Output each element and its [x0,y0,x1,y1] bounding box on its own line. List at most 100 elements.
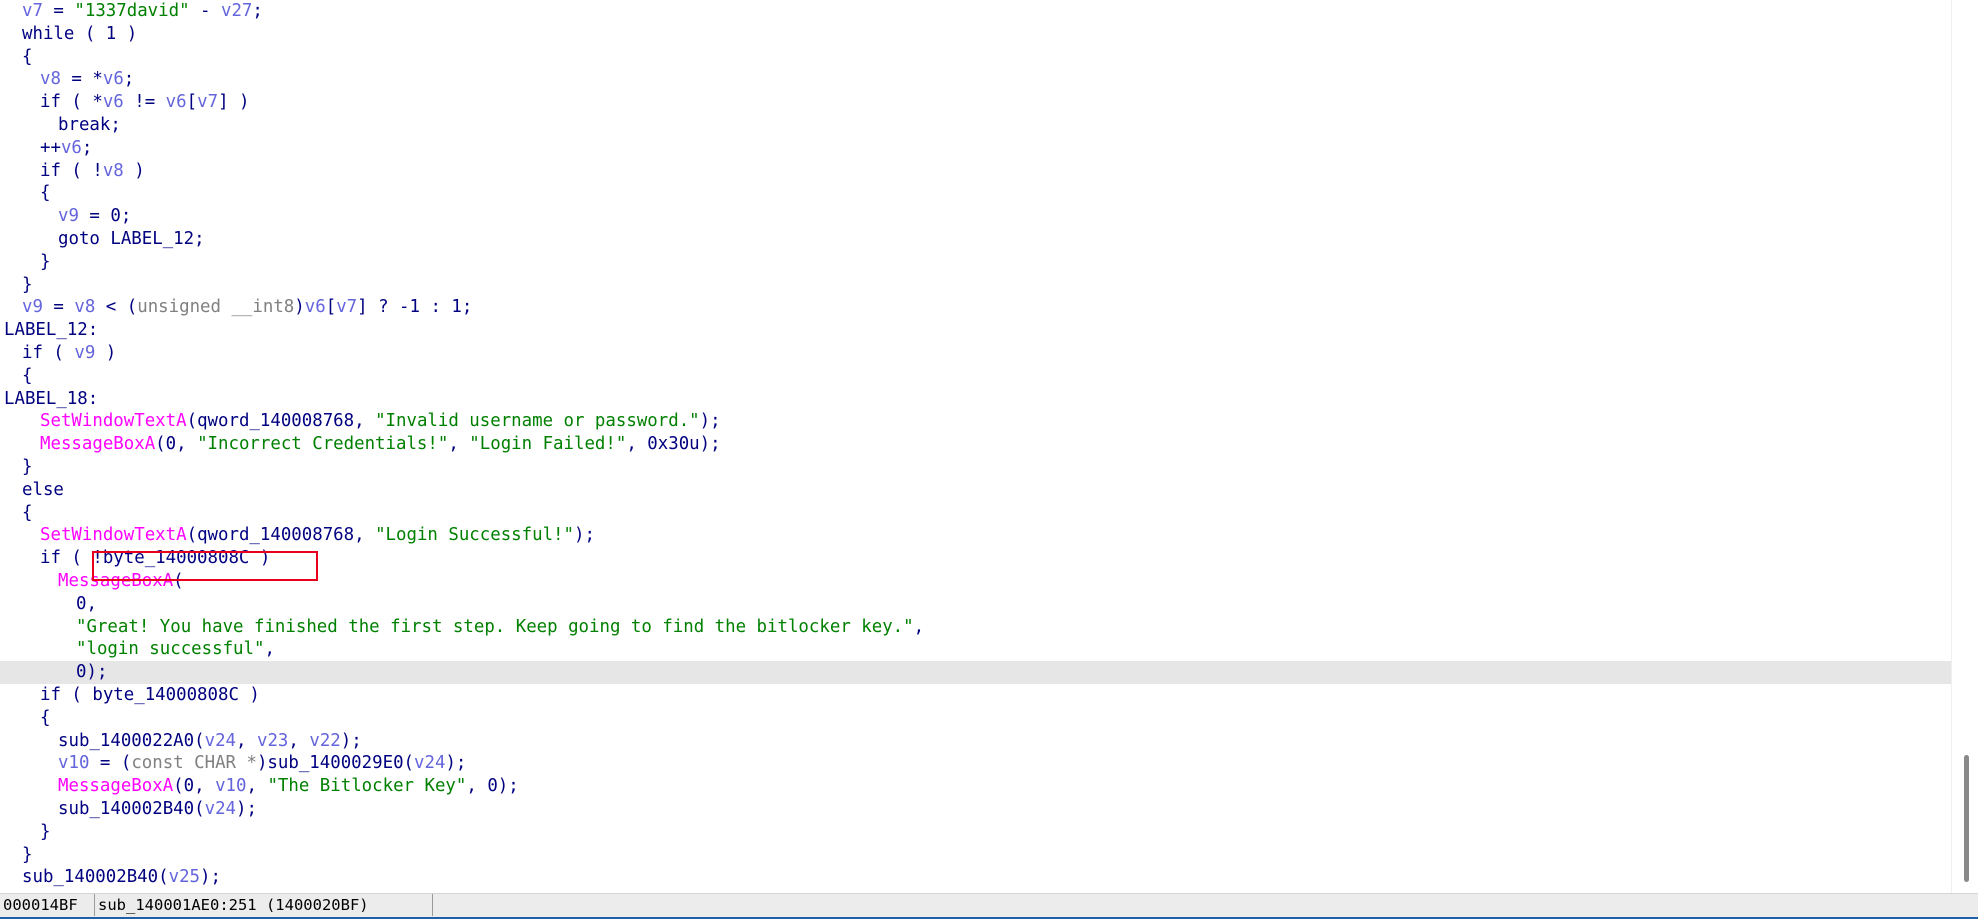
code-line[interactable]: LABEL_18: [0,388,1951,411]
code-token: [ [325,297,337,318]
code-line[interactable]: } [0,844,1951,867]
code-token: unsigned __int8 [137,297,295,318]
code-line[interactable]: "Great! You have finished the first step… [0,616,1951,639]
code-line[interactable]: SetWindowTextA(qword_140008768, "Login S… [0,524,1951,547]
code-line[interactable]: while ( 1 ) [0,23,1951,46]
code-token: v7 [197,92,219,113]
code-line[interactable]: ++v6; [0,137,1951,160]
code-token: != [123,92,166,113]
code-token: ++ [40,137,61,158]
code-line[interactable]: sub_140002B40(v24); [0,798,1951,821]
code-token: { [40,183,51,204]
code-token: = 0; [78,206,132,227]
code-token: ); [340,730,362,751]
code-line[interactable]: } [0,456,1951,479]
code-token: (qword_140008768, [186,411,376,432]
pseudocode-view[interactable]: v7 = "1337david" - v27; while ( 1 ){v8 = … [0,0,1951,893]
code-token: "Login Failed!" [469,434,627,455]
code-line[interactable]: MessageBoxA(0, v10, "The Bitlocker Key",… [0,775,1951,798]
code-line[interactable]: v7 = "1337david" - v27; [0,0,1951,23]
code-token: sub_1400022A0( [58,730,205,751]
code-token: v6 [165,92,187,113]
code-token: v9 [74,343,96,363]
code-token: SetWindowTextA [40,411,187,432]
code-token: (qword_140008768, [186,525,376,546]
code-token: v23 [256,730,289,751]
code-line[interactable]: } [0,251,1951,274]
code-line[interactable]: else [0,479,1951,502]
code-token: v7 [336,297,358,318]
code-token: v7 [22,1,43,21]
code-line[interactable]: v9 = 0; [0,205,1951,228]
code-line[interactable]: if ( *v6 != v6[v7] ) [0,91,1951,114]
code-line[interactable]: v10 = (const CHAR *)sub_1400029E0(v24); [0,752,1951,775]
scrollbar-thumb[interactable] [1964,755,1969,882]
code-token: v24 [204,730,237,751]
code-token: v24 [414,753,446,774]
code-line[interactable]: if ( v9 ) [0,342,1951,365]
code-line[interactable]: "login successful", [0,638,1951,661]
code-line[interactable]: goto LABEL_12; [0,228,1951,251]
code-token: ) [95,343,117,363]
code-line[interactable]: sub_1400022A0(v24, v23, v22); [0,730,1951,753]
code-line[interactable]: if ( !v8 ) [0,160,1951,183]
code-token: ] ) [218,92,250,113]
code-token: v8 [74,297,96,318]
code-token: if ( ! [40,160,103,181]
code-token: "Incorrect Credentials!" [197,434,449,455]
code-token: v10 [58,753,90,774]
code-line[interactable]: MessageBoxA(0, "Incorrect Credentials!",… [0,433,1951,456]
code-line[interactable]: { [0,707,1951,730]
code-line[interactable]: LABEL_12: [0,319,1951,342]
code-token: (0, [173,776,216,797]
code-token: , 0); [466,776,519,797]
code-token: 0); [76,662,108,683]
code-token: if ( * [40,92,103,113]
code-token: SetWindowTextA [40,525,187,546]
code-token: } [40,251,51,272]
code-line[interactable]: { [0,182,1951,205]
code-line[interactable]: { [0,502,1951,525]
code-token: } [22,274,33,295]
code-token: v6 [102,69,124,90]
code-token: { [22,365,33,386]
code-token: ; [123,69,135,90]
code-token: v6 [60,137,82,158]
code-line[interactable]: break; [0,114,1951,137]
code-token: LABEL_18: [4,388,99,409]
code-token: v9 [22,297,43,318]
code-token: < ( [95,297,138,318]
code-token: ; [252,1,263,21]
code-token: v27 [220,1,253,21]
code-line[interactable]: sub_140002B40(v25); [0,866,1951,889]
code-token: v8 [40,69,61,90]
code-line[interactable]: SetWindowTextA(qword_140008768, "Invalid… [0,410,1951,433]
code-line[interactable]: { [0,46,1951,69]
code-line[interactable]: if ( byte_14000808C ) [0,684,1951,707]
code-token: MessageBoxA [58,776,174,797]
code-token: sub_140002B40( [22,867,169,888]
code-token: { [22,502,33,523]
code-token: "Invalid username or password." [375,411,700,432]
code-token: , 0x30u); [626,434,721,455]
code-token: , [236,730,257,751]
code-line[interactable]: { [0,365,1951,388]
code-token: ] ? -1 : 1; [357,297,473,318]
code-line[interactable]: 0); [0,661,1951,685]
code-token: v8 [102,160,124,181]
code-line[interactable]: } [0,821,1951,844]
code-token: ); [445,753,467,774]
code-token: v9 [58,206,79,227]
code-token: , [913,616,925,637]
code-token: ) [123,160,145,181]
code-line[interactable]: v8 = *v6; [0,68,1951,91]
code-token: LABEL_12: [4,320,99,341]
code-line[interactable]: } [0,274,1951,297]
code-token: "Login Successful!" [375,525,574,546]
code-token: = [42,1,75,21]
code-line[interactable]: v9 = v8 < (unsigned __int8)v6[v7] ? -1 :… [0,296,1951,319]
code-token: 0, [76,593,97,614]
code-token: while ( 1 ) [22,23,138,44]
vertical-scrollbar[interactable] [1951,0,1978,893]
code-line[interactable]: 0, [0,593,1951,616]
